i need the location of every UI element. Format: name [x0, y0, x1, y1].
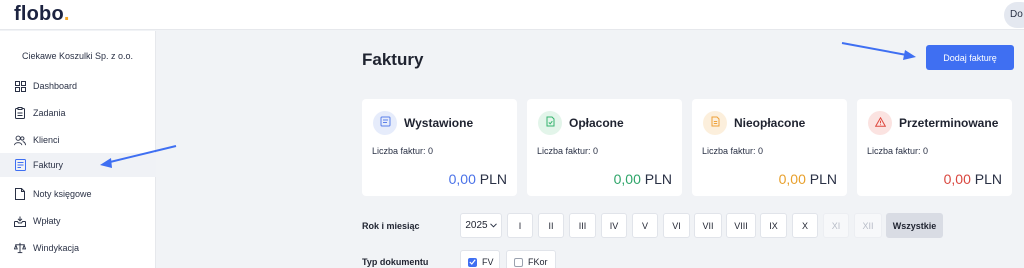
- card-count: Liczba faktur: 0: [372, 146, 434, 156]
- inbox-icon: [14, 215, 26, 227]
- sidebar: Ciekawe Koszulki Sp. z o.o. Dashboard Za…: [0, 31, 156, 268]
- sidebar-item-faktury[interactable]: Faktury: [0, 153, 156, 177]
- month-chip-ii[interactable]: II: [538, 213, 564, 238]
- card-count: Liczba faktur: 0: [537, 146, 599, 156]
- month-chip-iii[interactable]: III: [569, 213, 596, 238]
- sidebar-item-label: Klienci: [33, 135, 60, 145]
- card-title: Wystawione: [404, 116, 474, 130]
- card-title: Przeterminowane: [899, 116, 999, 130]
- month-chip-x[interactable]: X: [792, 213, 818, 238]
- month-chip-v[interactable]: V: [632, 213, 658, 238]
- month-chip-viii[interactable]: VIII: [726, 213, 756, 238]
- sidebar-item-label: Faktury: [33, 160, 64, 170]
- year-select[interactable]: 2025: [460, 213, 502, 238]
- sidebar-item-zadania[interactable]: Zadania: [0, 101, 156, 125]
- month-chip-vii[interactable]: VII: [694, 213, 722, 238]
- sidebar-item-label: Wpłaty: [33, 216, 61, 226]
- month-chip-all[interactable]: Wszystkie: [886, 213, 943, 238]
- month-chip-ix[interactable]: IX: [760, 213, 787, 238]
- card-count: Liczba faktur: 0: [702, 146, 764, 156]
- type-checkbox-fv[interactable]: FV: [460, 250, 500, 268]
- checkbox-checked-icon: [468, 257, 477, 267]
- invoice-icon: [14, 159, 26, 171]
- document-icon: [710, 114, 721, 132]
- add-invoice-button[interactable]: Dodaj fakturę: [926, 45, 1014, 70]
- card-amount: 0,00 PLN: [778, 171, 837, 187]
- type-label: FV: [482, 257, 494, 267]
- dashboard-icon: [14, 80, 26, 92]
- stat-card-oplacone[interactable]: Opłacone Liczba faktur: 0 0,00 PLN: [527, 99, 682, 196]
- period-filter-label: Rok i miesiąc: [362, 221, 420, 231]
- card-count: Liczba faktur: 0: [867, 146, 929, 156]
- month-chip-vi[interactable]: VI: [663, 213, 690, 238]
- stat-card-przeterminowane[interactable]: Przeterminowane Liczba faktur: 0 0,00 PL…: [857, 99, 1012, 196]
- sidebar-item-label: Dashboard: [33, 81, 78, 91]
- card-icon-circle: [373, 111, 397, 135]
- month-chip-i[interactable]: I: [507, 213, 533, 238]
- scale-icon: [14, 242, 26, 254]
- top-bar: flobo. Do: [0, 0, 1024, 30]
- card-icon-circle: [868, 111, 892, 135]
- document-icon: [14, 188, 26, 200]
- sidebar-item-label: Zadania: [33, 108, 66, 118]
- clipboard-icon: [14, 107, 26, 119]
- type-checkbox-fkor[interactable]: FKor: [506, 250, 556, 268]
- sidebar-item-label: Windykacja: [33, 243, 80, 253]
- user-avatar[interactable]: Do: [1004, 2, 1024, 28]
- card-title: Opłacone: [569, 116, 624, 130]
- type-label: FKor: [528, 257, 548, 267]
- card-amount: 0,00 PLN: [613, 171, 672, 187]
- warning-icon: [874, 114, 886, 132]
- month-chip-xii: XII: [854, 213, 882, 238]
- sidebar-item-label: Noty księgowe: [33, 189, 92, 199]
- card-amount: 0,00 PLN: [943, 171, 1002, 187]
- stat-card-nieoplacone[interactable]: Nieopłacone Liczba faktur: 0 0,00 PLN: [692, 99, 847, 196]
- document-check-icon: [545, 114, 556, 132]
- card-icon-circle: [538, 111, 562, 135]
- checkbox-unchecked-icon: [514, 257, 523, 267]
- card-icon-circle: [703, 111, 727, 135]
- chevron-down-icon: [489, 223, 497, 228]
- users-icon: [14, 134, 26, 146]
- invoice-icon: [380, 114, 391, 132]
- sidebar-item-noty-ksiegowe[interactable]: Noty księgowe: [0, 182, 156, 206]
- stat-card-wystawione[interactable]: Wystawione Liczba faktur: 0 0,00 PLN: [362, 99, 517, 196]
- arrow-to-add-button: [841, 42, 916, 60]
- sidebar-item-klienci[interactable]: Klienci: [0, 128, 156, 152]
- page-title: Faktury: [362, 50, 424, 69]
- card-title: Nieopłacone: [734, 116, 806, 130]
- company-name: Ciekawe Koszulki Sp. z o.o.: [22, 51, 134, 61]
- card-amount: 0,00 PLN: [448, 171, 507, 187]
- sidebar-item-wplaty[interactable]: Wpłaty: [0, 209, 156, 233]
- month-chip-xi: XI: [823, 213, 849, 238]
- year-value: 2025: [465, 220, 488, 231]
- logo[interactable]: flobo.: [14, 3, 70, 26]
- sidebar-item-windykacja[interactable]: Windykacja: [0, 236, 156, 260]
- sidebar-item-dashboard[interactable]: Dashboard: [0, 74, 156, 98]
- month-chip-iv[interactable]: IV: [601, 213, 627, 238]
- document-type-label: Typ dokumentu: [362, 257, 429, 267]
